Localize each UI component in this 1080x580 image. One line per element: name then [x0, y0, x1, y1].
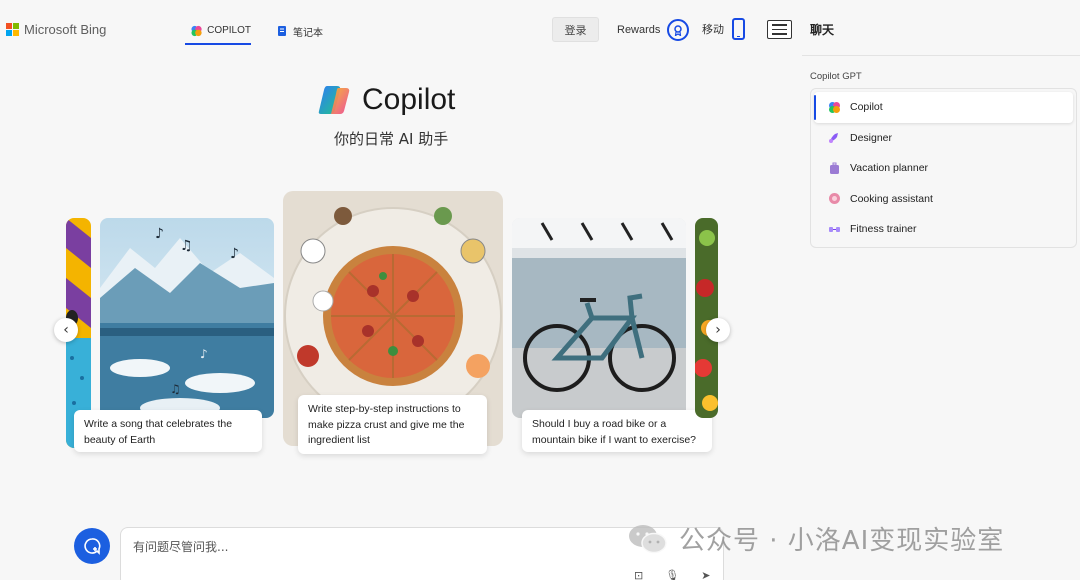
gpt-item-copilot[interactable]: Copilot [814, 92, 1073, 123]
cooking-icon [829, 193, 840, 205]
header-divider [802, 55, 1080, 56]
carousel-caption-bike[interactable]: Should I buy a road bike or a mountain b… [522, 410, 712, 452]
gpt-item-label: Designer [850, 131, 893, 144]
rewards-button[interactable]: Rewards [617, 19, 690, 41]
send-icon[interactable]: ➤ [701, 569, 710, 580]
chat-input[interactable] [133, 540, 693, 554]
gpt-item-fitness-trainer[interactable]: Fitness trainer [814, 214, 1073, 245]
carousel-caption-pizza[interactable]: Write step-by-step instructions to make … [298, 395, 487, 454]
menu-line [772, 24, 787, 26]
gpt-item-vacation-planner[interactable]: Vacation planner [814, 153, 1073, 184]
input-toolbar: ⊡ 🎙 ➤ [634, 569, 710, 580]
svg-text:♪: ♪ [230, 246, 239, 262]
rewards-label: Rewards [617, 24, 661, 36]
phone-icon [732, 18, 745, 40]
gpt-list: Copilot Designer Vacation planner Cookin… [810, 88, 1077, 248]
mobile-label: 移动 [702, 23, 724, 36]
luggage-icon [830, 162, 839, 174]
notebook-icon [278, 26, 286, 36]
carousel-caption-song[interactable]: Write a song that celebrates the beauty … [74, 410, 262, 452]
new-topic-button[interactable] [74, 528, 110, 564]
copilot-logo-icon [318, 86, 350, 114]
tab-copilot-label: COPILOT [207, 25, 251, 36]
top-header: Microsoft Bing COPILOT 笔记本 登录 Rewards 移动… [0, 0, 1080, 56]
wechat-watermark: 公众号 · 小洛AI变现实验室 [627, 520, 1004, 557]
login-button[interactable]: 登录 [552, 17, 599, 42]
svg-text:♪: ♪ [155, 226, 164, 242]
gpt-item-label: Copilot [850, 101, 883, 114]
gpt-item-label: Fitness trainer [850, 223, 917, 236]
carousel-prev-button[interactable]: ‹ [54, 318, 78, 342]
gpt-item-cooking-assistant[interactable]: Cooking assistant [814, 184, 1073, 215]
hero-subtitle: 你的日常 AI 助手 [334, 130, 449, 148]
carousel-card-bike[interactable] [512, 218, 686, 418]
icebergs-music-notes-image: ♪ ♫ ♪ ♪ ♫ [100, 218, 274, 418]
menu-line [772, 33, 787, 35]
brand-name: Microsoft Bing [24, 22, 107, 37]
tab-notebook[interactable]: 笔记本 [276, 18, 323, 44]
carousel-next-button[interactable]: › [706, 318, 730, 342]
carousel-card-song[interactable]: ♪ ♫ ♪ ♪ ♫ [100, 218, 274, 418]
tab-copilot[interactable]: COPILOT [185, 18, 251, 45]
microphone-icon[interactable]: 🎙 [665, 569, 679, 580]
chevron-right-icon: › [715, 322, 721, 338]
microsoft-logo-icon [6, 22, 20, 37]
gpt-item-label: Cooking assistant [850, 192, 933, 205]
road-bike-image [512, 218, 686, 418]
watermark-text: 公众号 · 小洛AI变现实验室 [679, 526, 1005, 556]
dumbbell-icon [829, 226, 840, 232]
designer-icon [829, 133, 838, 144]
bing-logo[interactable]: Microsoft Bing [6, 22, 106, 37]
mobile-button[interactable]: 移动 [702, 18, 745, 40]
hamburger-menu-button[interactable] [767, 20, 792, 39]
hero-title: Copilot [362, 83, 456, 116]
menu-line [772, 28, 787, 31]
svg-text:♪: ♪ [200, 347, 208, 361]
svg-text:♫: ♫ [170, 382, 181, 396]
chat-heading[interactable]: 聊天 [810, 21, 834, 38]
copilot-icon [829, 101, 840, 113]
new-chat-icon [84, 538, 101, 555]
svg-text:♫: ♫ [180, 238, 193, 254]
copilot-small-icon [191, 25, 202, 36]
hero-heading: Copilot [318, 83, 455, 117]
wechat-icon [629, 524, 667, 553]
chevron-left-icon: ‹ [63, 322, 69, 338]
image-search-icon[interactable]: ⊡ [634, 569, 643, 580]
gpt-item-designer[interactable]: Designer [814, 123, 1073, 154]
tab-notebook-label: 笔记本 [293, 27, 323, 39]
rewards-medal-icon [667, 19, 690, 41]
gpt-panel-title: Copilot GPT [810, 71, 862, 82]
prompt-carousel: ♪ ♫ ♪ ♪ ♫ Write a song that celebrates t… [66, 188, 718, 463]
gpt-item-label: Vacation planner [850, 162, 929, 175]
